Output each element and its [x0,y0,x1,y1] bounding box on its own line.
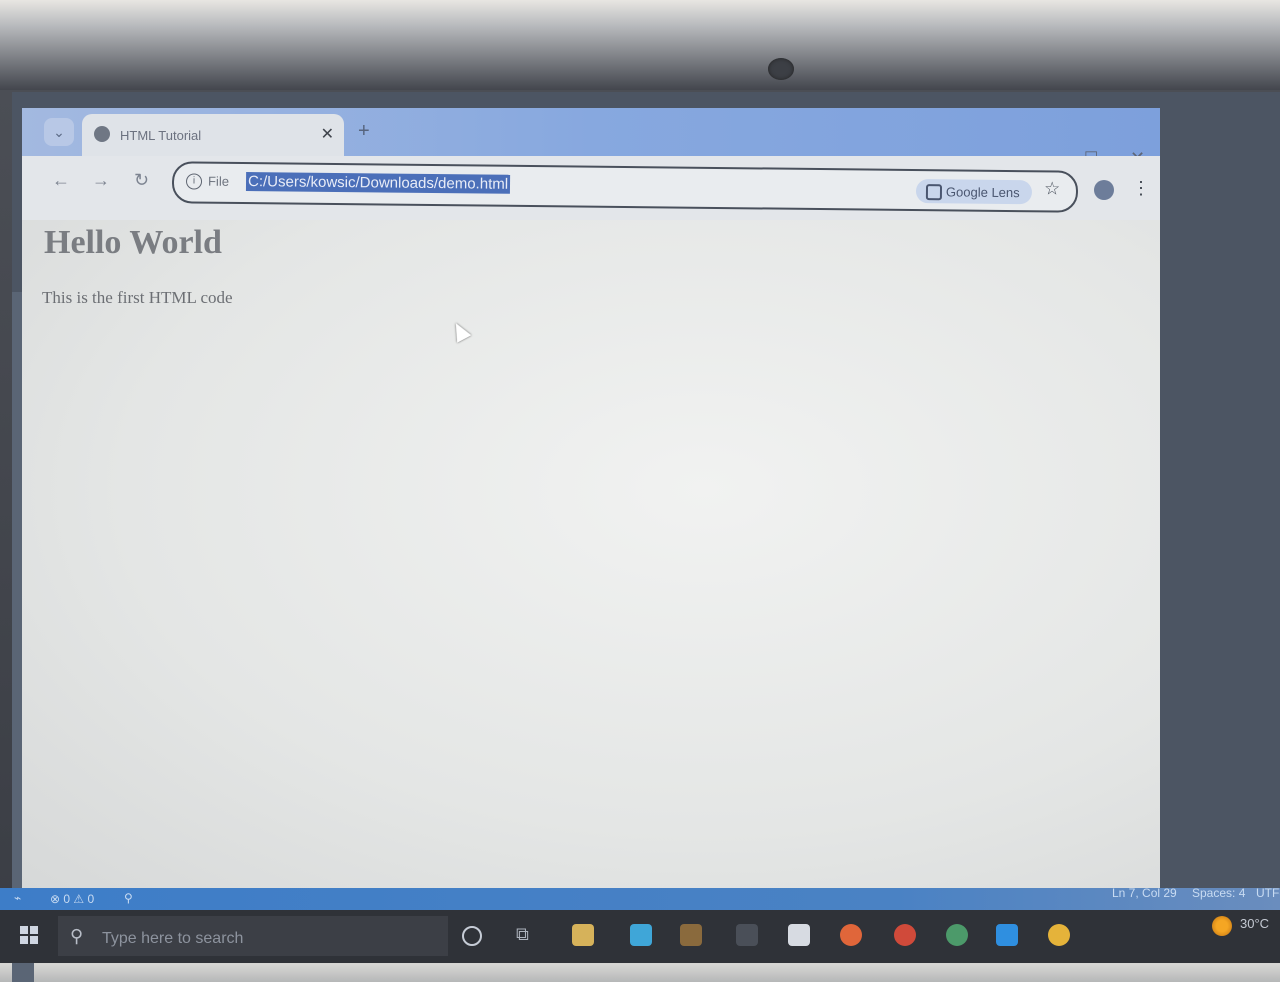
weather-icon[interactable] [1212,916,1232,936]
google-lens-label: Google Lens [945,184,1020,201]
problems-indicator[interactable]: ⊗ 0 ⚠ 0 [50,892,94,906]
chrome-canary-icon[interactable] [1048,924,1070,946]
task-view-icon[interactable]: ⧉ [516,924,529,945]
browser-toolbar: ← → ↻ i File C:/Users/kowsic/Downloads/d… [22,156,1160,220]
globe-icon [94,126,110,142]
file-explorer-icon[interactable] [572,924,594,946]
windows-taskbar: ⚲ Type here to search ⧉ 30°C [0,910,1280,963]
file-scheme-label: File [207,173,230,189]
page-paragraph: This is the first HTML code [42,288,233,307]
chevron-down-icon: ⌄ [53,124,65,140]
indentation-setting[interactable]: Spaces: 4 [1192,886,1245,900]
cortana-icon[interactable] [462,926,482,946]
info-icon[interactable]: i [185,173,203,190]
star-icon[interactable]: ☆ [1044,178,1060,199]
lens-icon [925,184,943,201]
temperature-readout[interactable]: 30°C [1240,916,1269,931]
mail-icon[interactable] [788,924,810,946]
url-text[interactable]: C:/Users/kowsic/Downloads/demo.html [245,172,511,194]
vscode-icon[interactable] [996,924,1018,946]
taskbar-search[interactable]: ⚲ Type here to search [58,916,448,956]
browser-window: ⌄ HTML Tutorial ✕ + — ☐ ✕ ← → ↻ i File C… [22,108,1160,892]
forward-arrow-icon[interactable]: → [92,170,110,191]
blank-app-icon[interactable] [736,924,758,946]
google-lens-button[interactable]: Google Lens [915,179,1033,205]
photos-icon[interactable] [630,924,652,946]
address-bar[interactable]: i File C:/Users/kowsic/Downloads/demo.ht… [171,161,1079,213]
profile-avatar-icon[interactable] [1094,180,1114,200]
new-tab-button[interactable]: + [358,120,370,143]
firefox-icon[interactable] [840,924,862,946]
encoding-setting[interactable]: UTF- [1256,886,1280,900]
live-share-icon[interactable]: ⚲ [124,891,133,905]
tab-bar: ⌄ HTML Tutorial ✕ + — ☐ ✕ [22,108,1160,168]
windows-start-icon[interactable] [20,926,38,944]
tab-search-button[interactable]: ⌄ [44,118,74,146]
cursor-position[interactable]: Ln 7, Col 29 [1112,886,1177,900]
more-menu-icon[interactable]: ⋮ [1132,178,1150,199]
close-icon[interactable]: ✕ [321,124,334,144]
webcam [768,58,794,80]
back-arrow-icon[interactable]: ← [52,170,70,191]
page-content: Hello World This is the first HTML code [22,220,1160,892]
reload-icon[interactable]: ↻ [134,170,149,191]
search-placeholder: Type here to search [102,930,244,947]
remote-icon[interactable]: ⌁ [14,891,21,905]
tab-html-tutorial[interactable]: HTML Tutorial ✕ [82,114,344,156]
chrome-icon[interactable] [894,924,916,946]
page-heading: Hello World [44,224,222,261]
tab-title: HTML Tutorial [120,128,202,143]
laptop-bezel [0,0,1280,90]
search-icon: ⚲ [70,926,84,946]
mouse-cursor-icon [448,319,472,343]
store-icon[interactable] [680,924,702,946]
editor-status-bar: ⌁ ⊗ 0 ⚠ 0 ⚲ Ln 7, Col 29 Spaces: 4 UTF- [0,886,1280,910]
chrome-profile-icon[interactable] [946,924,968,946]
